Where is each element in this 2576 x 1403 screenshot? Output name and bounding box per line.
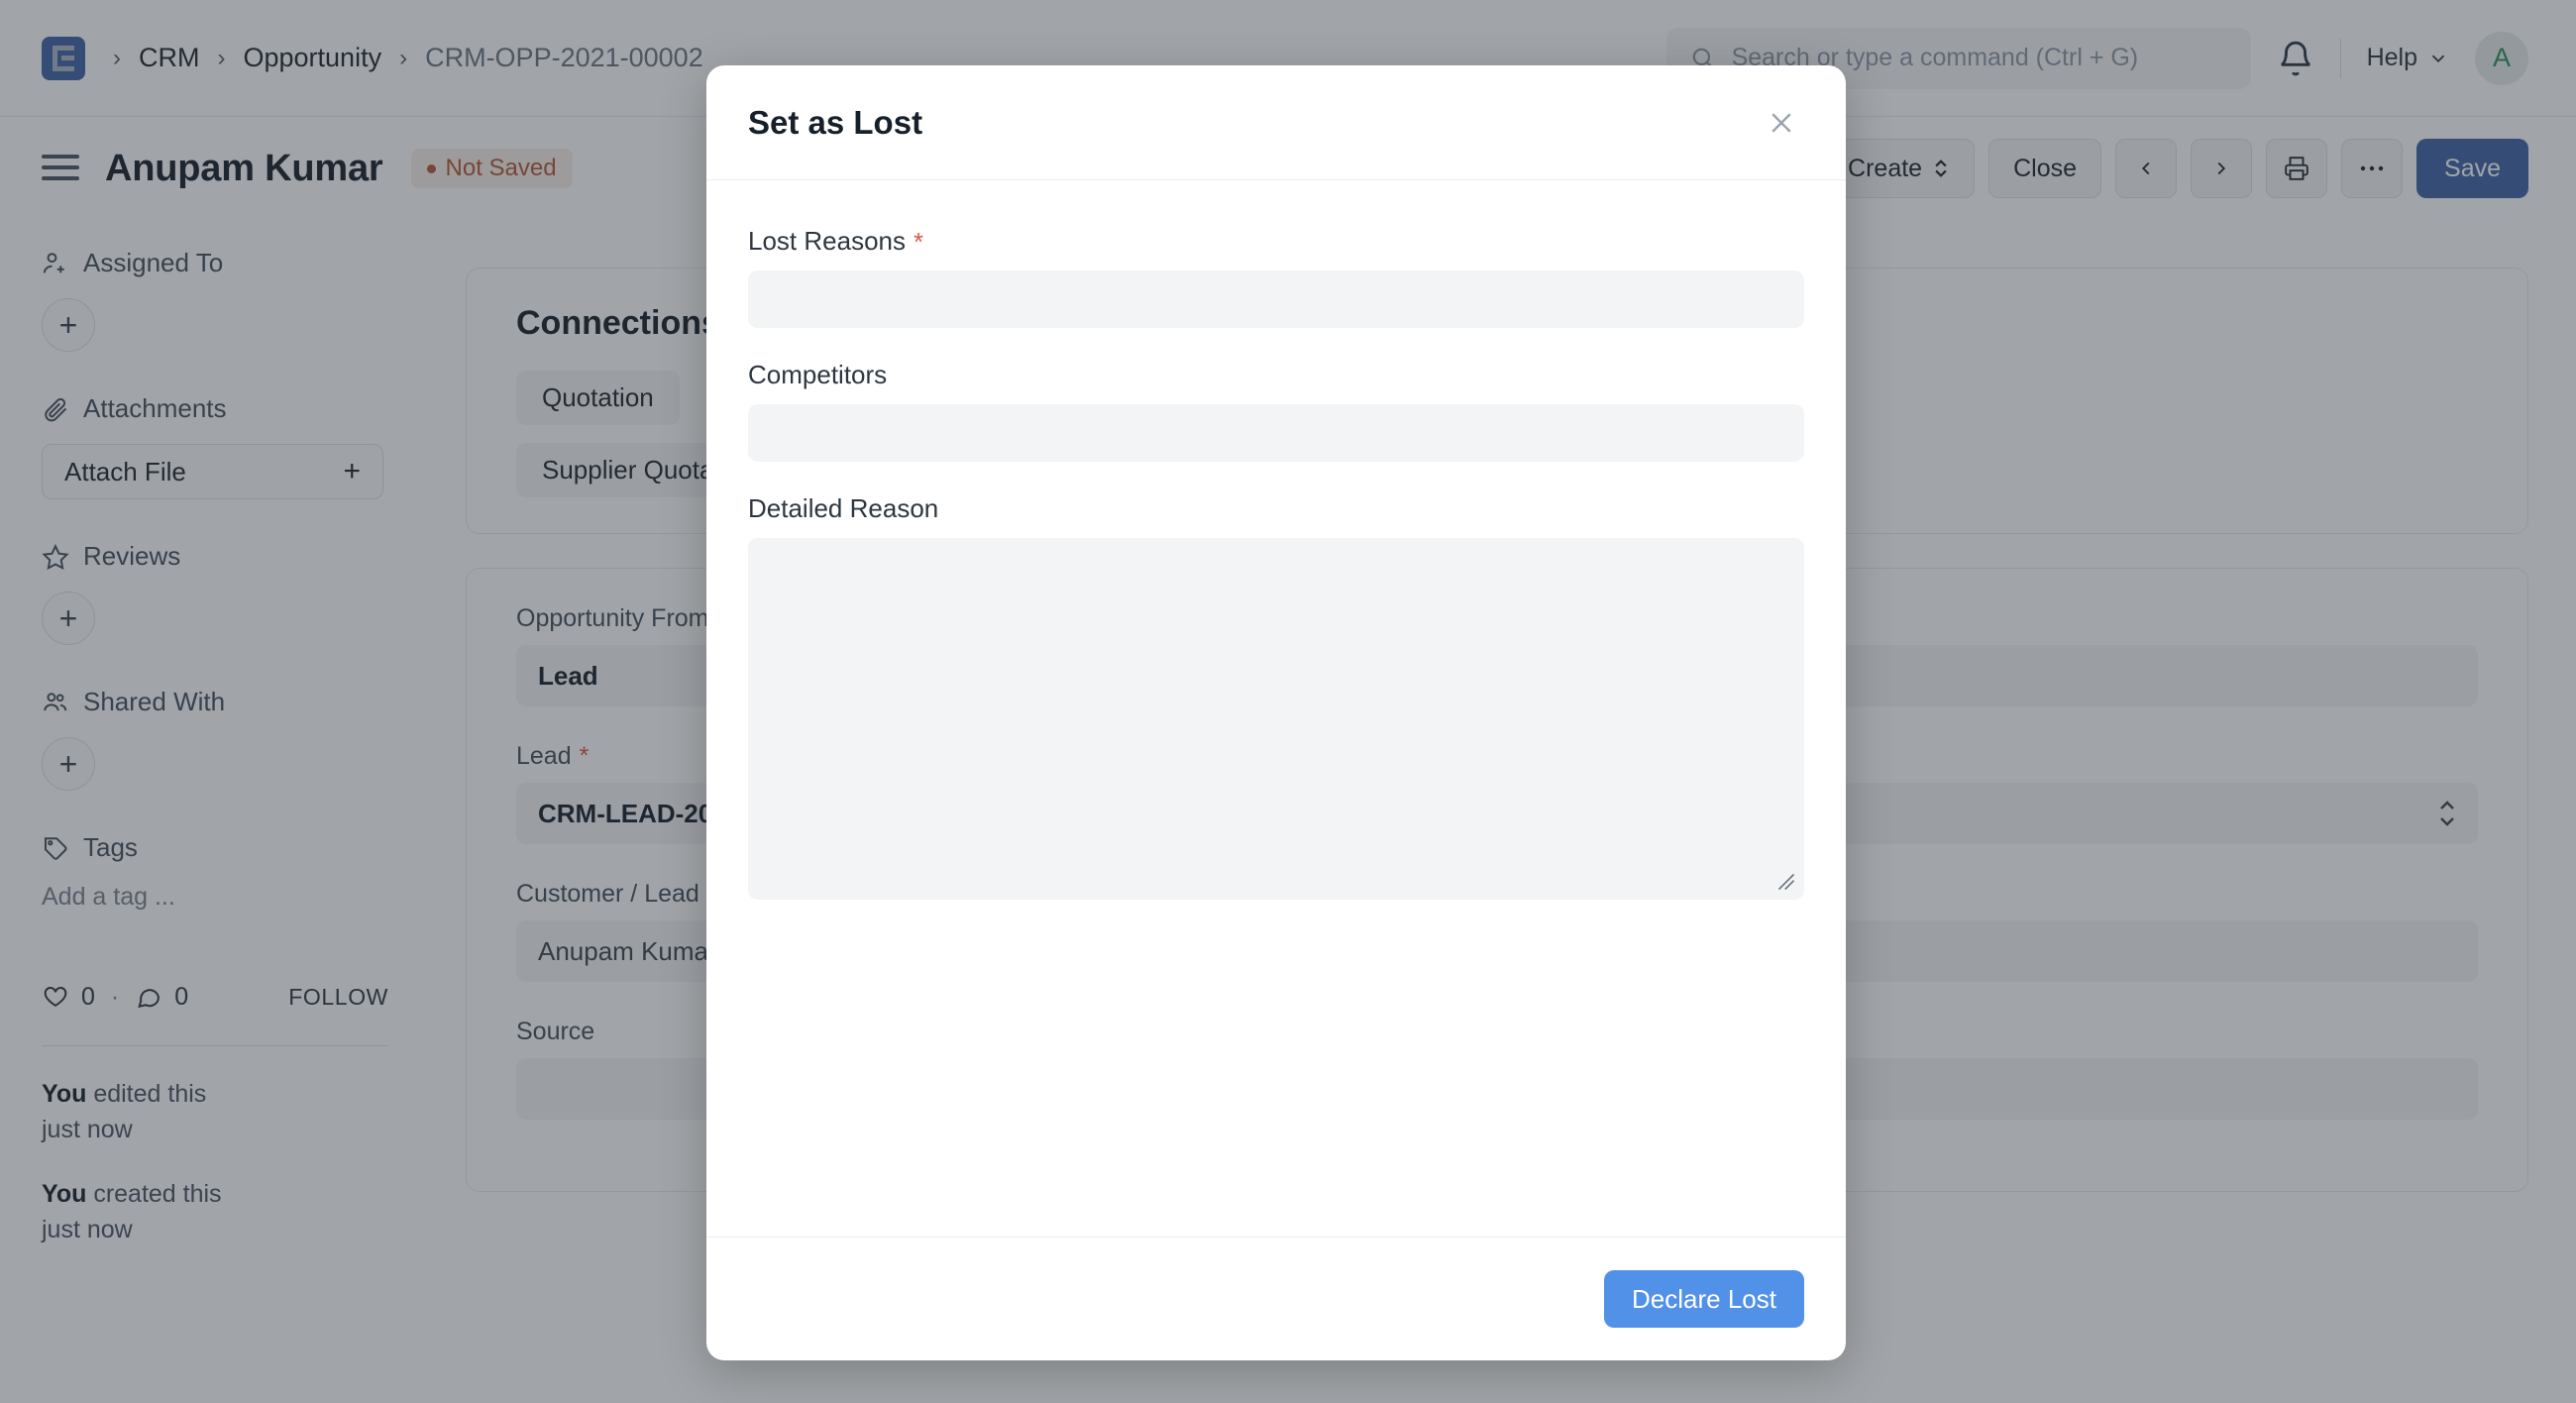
competitors-label: Competitors: [748, 360, 888, 389]
form-field-competitors: Competitors: [748, 360, 1804, 462]
close-icon[interactable]: [1759, 100, 1804, 146]
detailed-reason-textarea[interactable]: [748, 538, 1804, 900]
competitors-input[interactable]: [748, 404, 1804, 462]
dialog-header: Set as Lost: [706, 65, 1846, 180]
dialog-title: Set as Lost: [748, 103, 923, 141]
set-as-lost-dialog: Set as Lost Lost Reasons * Competitors D…: [706, 65, 1846, 1360]
dialog-body: Lost Reasons * Competitors Detailed Reas…: [706, 180, 1846, 1237]
required-marker: *: [912, 226, 924, 257]
lost-reasons-label-row: Lost Reasons *: [748, 226, 1804, 257]
lost-reasons-label: Lost Reasons: [748, 226, 906, 256]
form-field-detailed-reason: Detailed Reason: [748, 493, 1804, 900]
resize-handle-icon[interactable]: [1776, 872, 1796, 892]
competitors-label-row: Competitors: [748, 360, 1804, 390]
dialog-footer: Declare Lost: [706, 1237, 1846, 1360]
lost-reasons-input[interactable]: [748, 270, 1804, 328]
detailed-reason-label-row: Detailed Reason: [748, 493, 1804, 524]
declare-lost-button[interactable]: Declare Lost: [1604, 1270, 1804, 1328]
form-field-lost-reasons: Lost Reasons *: [748, 226, 1804, 328]
detailed-reason-label: Detailed Reason: [748, 493, 939, 523]
